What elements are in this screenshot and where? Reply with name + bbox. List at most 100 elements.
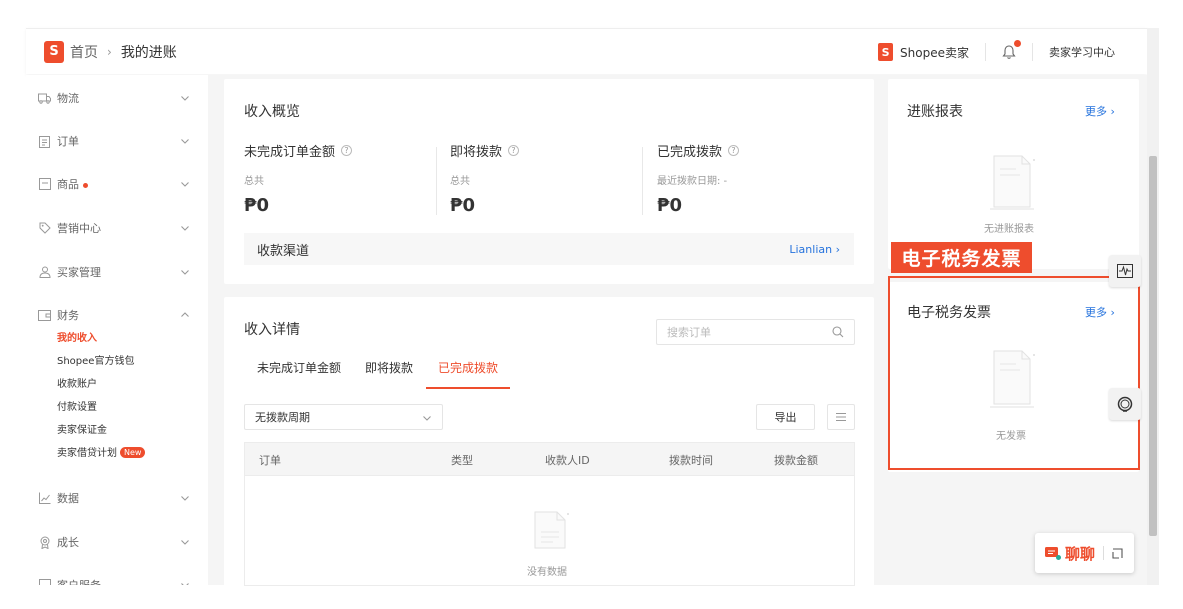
column-payee-id: 收款人ID	[545, 454, 590, 467]
sidebar-item-label: 成长	[57, 536, 79, 549]
empty-report-icon	[990, 155, 1035, 210]
sidebar-item-orders[interactable]: 订单	[26, 130, 208, 152]
pulse-icon	[1117, 264, 1133, 278]
empty-data-icon	[534, 511, 569, 549]
shopee-seller-logo-icon: S	[878, 43, 894, 61]
chevron-down-icon	[181, 96, 189, 101]
alert-dot	[83, 182, 88, 188]
chevron-down-icon	[181, 182, 189, 187]
column-order: 订单	[259, 454, 281, 467]
divider	[436, 147, 437, 215]
column-payout-amount: 拨款金额	[774, 454, 818, 467]
table-header: 订单 类型 收款人ID 拨款时间 拨款金额	[244, 442, 855, 476]
chevron-down-icon	[181, 270, 189, 275]
top-right-actions: S Shopee卖家 卖家学习中心	[878, 29, 1115, 75]
breadcrumb-separator: ›	[107, 44, 112, 59]
clipboard-icon	[38, 135, 51, 148]
sidebar-item-products[interactable]: 商品	[26, 173, 208, 195]
sidebar-item-label: 物流	[57, 92, 79, 105]
box-icon	[38, 178, 51, 191]
divider	[642, 147, 643, 215]
reports-more-link[interactable]: 更多 ›	[1085, 103, 1115, 119]
sidebar-item-marketing[interactable]: 营销中心	[26, 217, 208, 239]
divider	[1032, 43, 1033, 61]
sidebar-item-label: 营销中心	[57, 222, 101, 235]
help-icon[interactable]: ?	[728, 145, 740, 156]
screen: S 首页 › 我的进账 S Shopee卖家 卖家学习中心 物流 订单 商品 营…	[0, 0, 1183, 609]
chart-icon	[38, 492, 51, 505]
tab-upcoming[interactable]: 即将拨款	[365, 359, 413, 376]
help-icon[interactable]: ?	[508, 145, 520, 156]
seller-account-menu[interactable]: Shopee卖家	[900, 44, 969, 61]
chat-label: 聊聊	[1065, 544, 1096, 563]
chat-widget-button[interactable]: 聊聊	[1035, 533, 1134, 573]
income-details-card: 收入详情 搜索订单 未完成订单金额 即将拨款 已完成拨款 无拨款周期 导出 订单…	[224, 297, 874, 597]
chat-icon	[1045, 547, 1061, 560]
search-icon[interactable]	[832, 326, 844, 338]
sidebar-subitem-bank-account[interactable]: 收款账户	[57, 377, 97, 393]
scroll-thumb[interactable]	[1149, 156, 1157, 536]
notification-dot	[1014, 40, 1021, 47]
search-placeholder: 搜索订单	[667, 326, 711, 339]
pending-sub: 总共	[244, 176, 264, 187]
sidebar-subitem-seller-deposit[interactable]: 卖家保证金	[57, 423, 107, 439]
sidebar-item-growth[interactable]: 成长	[26, 531, 208, 553]
sidebar-item-label: 客户服务	[57, 577, 101, 585]
medal-icon	[38, 536, 51, 549]
support-button[interactable]	[1109, 388, 1141, 420]
order-search-input[interactable]: 搜索订单	[656, 319, 855, 345]
e-invoice-highlight-box	[888, 276, 1140, 470]
export-button[interactable]: 导出	[756, 404, 815, 430]
list-icon	[836, 413, 846, 421]
payment-channel-link[interactable]: Lianlian ›	[789, 243, 840, 256]
column-payout-time: 拨款时间	[669, 454, 713, 467]
payment-channel-row: 收款渠道 Lianlian ›	[244, 233, 854, 265]
sidebar-item-finance[interactable]: 财务	[26, 304, 208, 326]
active-tab-underline	[426, 387, 510, 389]
list-settings-button[interactable]	[827, 404, 855, 430]
overview-released-column: 已完成拨款? 最近拨款日期: - ₱0	[657, 141, 740, 221]
released-sub: 最近拨款日期: -	[657, 176, 728, 187]
income-reports-card: 进账报表 更多 › 无进账报表	[888, 79, 1139, 269]
chevron-down-icon	[423, 416, 431, 421]
overview-upcoming-column: 即将拨款? 总共 ₱0	[450, 141, 520, 221]
income-details-title: 收入详情	[244, 322, 300, 338]
sidebar-item-label: 买家管理	[57, 266, 101, 279]
page-scrollbar[interactable]	[1147, 28, 1159, 585]
sidebar-subitem-wallet[interactable]: Shopee官方钱包	[57, 354, 134, 370]
minimize-icon[interactable]	[1112, 547, 1123, 559]
sidebar-subitem-my-income[interactable]: 我的收入	[57, 331, 97, 347]
payout-period-value: 无拨款周期	[255, 411, 310, 424]
notification-bell-icon[interactable]	[1002, 40, 1021, 60]
shopee-logo-icon[interactable]: S	[44, 40, 64, 63]
upcoming-amount: ₱0	[450, 195, 476, 216]
divider	[1103, 546, 1105, 560]
activity-monitor-button[interactable]	[1109, 255, 1141, 287]
empty-data-text: 没有数据	[527, 567, 567, 578]
tab-released[interactable]: 已完成拨款	[438, 359, 498, 376]
sidebar-item-logistics[interactable]: 物流	[26, 87, 208, 109]
income-overview-card: 收入概览 未完成订单金额? 总共 ₱0 即将拨款? 总共 ₱0 已完成拨款? 最…	[224, 79, 874, 284]
sidebar-item-data[interactable]: 数据	[26, 487, 208, 509]
new-badge: New	[120, 447, 146, 458]
e-invoice-highlight-tag: 电子税务发票	[891, 242, 1032, 273]
sidebar-subitem-seller-loan[interactable]: 卖家借贷计划 New	[57, 446, 146, 462]
upcoming-label: 即将拨款?	[450, 141, 520, 160]
learning-center-link[interactable]: 卖家学习中心	[1049, 44, 1115, 60]
income-overview-title: 收入概览	[244, 104, 300, 120]
upcoming-sub: 总共	[450, 176, 470, 187]
headset-icon	[1117, 396, 1133, 412]
sidebar-subitem-payment-settings[interactable]: 付款设置	[57, 400, 97, 416]
tab-pending[interactable]: 未完成订单金额	[257, 359, 341, 376]
sidebar: 物流 订单 商品 营销中心 买家管理 财务 我的收入 Shopee官方钱包 收款…	[26, 75, 208, 585]
payout-period-select[interactable]: 无拨款周期	[244, 404, 443, 430]
help-icon[interactable]: ?	[341, 145, 353, 156]
table-body: 没有数据	[244, 476, 855, 586]
released-amount: ₱0	[657, 195, 683, 216]
sidebar-item-customer-service[interactable]: 客户服务	[26, 574, 208, 585]
pending-label: 未完成订单金额?	[244, 141, 353, 160]
tag-icon	[38, 222, 51, 235]
overview-pending-column: 未完成订单金额? 总共 ₱0	[244, 141, 353, 221]
sidebar-item-buyers[interactable]: 买家管理	[26, 261, 208, 283]
breadcrumb-home[interactable]: 首页	[70, 42, 98, 62]
